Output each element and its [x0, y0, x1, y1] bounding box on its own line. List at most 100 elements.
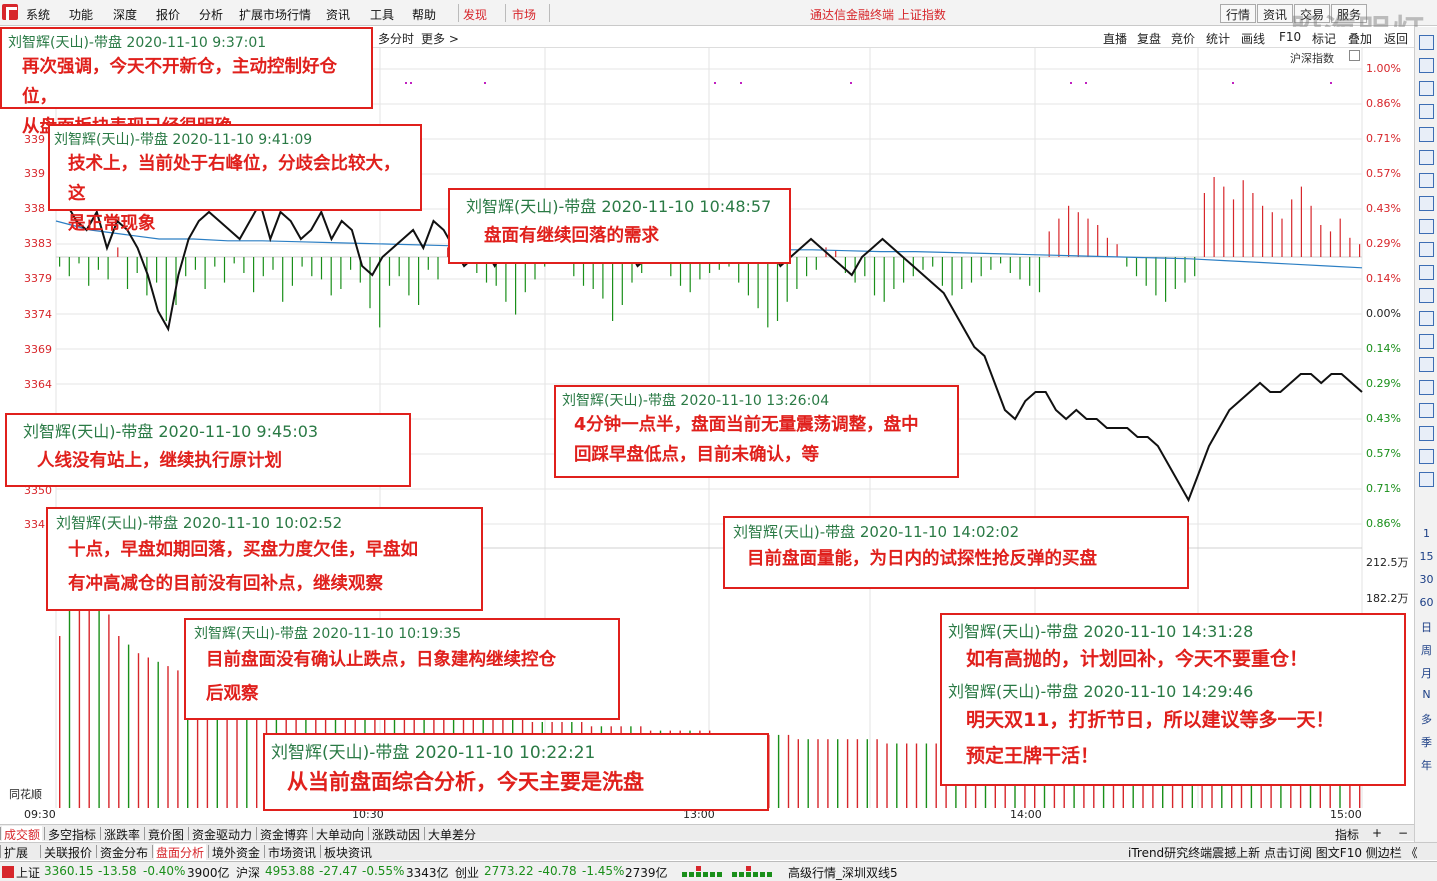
breadth-bar — [301, 257, 303, 267]
mark-button[interactable]: 标记 — [1312, 30, 1336, 47]
indicator-tab-1[interactable]: 多空指标 — [46, 826, 98, 843]
live-button[interactable]: 直播 — [1103, 30, 1127, 47]
indicator-tab-5[interactable]: 资金博弈 — [258, 826, 310, 843]
auction-button[interactable]: 竞价 — [1171, 30, 1195, 47]
indicator-tab-6[interactable]: 大单动向 — [314, 826, 366, 843]
breadth-bar — [233, 257, 235, 264]
sidebar-tool-icon[interactable] — [1419, 357, 1434, 372]
breadth-bar — [97, 257, 99, 270]
extension-tab-1[interactable]: 关联报价 — [42, 844, 94, 861]
sidebar-tool-icon[interactable] — [1419, 150, 1434, 165]
menu-tools[interactable]: 工具 — [370, 6, 394, 23]
sidebar-period-9[interactable]: 季 — [1417, 734, 1436, 750]
menu-help[interactable]: 帮助 — [412, 6, 436, 23]
annotation-header: 刘智辉(天山)-带盘 2020-11-10 9:41:09 — [54, 132, 313, 148]
breadth-bar — [1116, 244, 1118, 257]
sh-name[interactable]: 上证 — [16, 864, 40, 881]
sidebar-period-5[interactable]: 周 — [1417, 642, 1436, 658]
indicator-tab-0[interactable]: 成交额 — [2, 826, 43, 843]
menu-discover[interactable]: 发现 — [463, 6, 487, 23]
hs-value: 4953.88 — [265, 864, 315, 878]
indicator-tab-7[interactable]: 涨跌动因 — [370, 826, 422, 843]
annotation-text: 目前盘面量能，为日内的试探性抢反弹的买盘 — [747, 549, 1097, 569]
sidebar-tool-icon[interactable] — [1419, 104, 1434, 119]
promo-and-sidebar-link[interactable]: iTrend研究终端震撼上新 点击订阅 图文F10 侧边栏 《 — [1126, 844, 1420, 861]
event-marker — [410, 82, 412, 84]
news-button[interactable]: 资讯 — [1257, 4, 1294, 23]
sidebar-tool-icon[interactable] — [1419, 288, 1434, 303]
back-button[interactable]: 返回 — [1384, 30, 1408, 47]
indicator-tab-2[interactable]: 涨跌率 — [102, 826, 142, 843]
sidebar-tool-icon[interactable] — [1419, 449, 1434, 464]
extension-tab-5[interactable]: 市场资讯 — [266, 844, 318, 861]
volume-bar — [98, 593, 100, 808]
menu-system[interactable]: 系统 — [26, 6, 50, 23]
y-tick-right: 0.86% — [1366, 97, 1401, 110]
menu-market[interactable]: 市场 — [512, 6, 536, 23]
sidebar-period-6[interactable]: 月 — [1417, 665, 1436, 681]
breadth-bar — [1262, 205, 1264, 257]
extension-tab-0[interactable]: 扩展 — [2, 844, 30, 861]
quote-button[interactable]: 行情 — [1220, 4, 1257, 23]
sidebar-tool-icon[interactable] — [1419, 219, 1434, 234]
menu-news[interactable]: 资讯 — [326, 6, 350, 23]
f10-button[interactable]: F10 — [1279, 30, 1301, 44]
indicator-menu-button[interactable]: 指标 — [1333, 826, 1361, 843]
breadth-bar — [388, 257, 391, 286]
menu-depth[interactable]: 深度 — [113, 6, 137, 23]
breadth-bar — [1194, 257, 1196, 277]
sidebar-tool-icon[interactable] — [1419, 196, 1434, 211]
hs-name[interactable]: 沪深 — [236, 864, 260, 881]
breadth-bar — [1106, 237, 1108, 257]
sidebar-tool-icon[interactable] — [1419, 127, 1434, 142]
sidebar-tool-icon[interactable] — [1419, 380, 1434, 395]
overlay-button[interactable]: 叠加 — [1348, 30, 1372, 47]
indicator-tab-8[interactable]: 大单差分 — [426, 826, 478, 843]
sidebar-period-2[interactable]: 30 — [1417, 573, 1436, 586]
y-tick-right: 0.43% — [1366, 202, 1401, 215]
sidebar-period-7[interactable]: N — [1417, 688, 1436, 701]
stats-button[interactable]: 统计 — [1206, 30, 1230, 47]
indicator-tab-3[interactable]: 竟价图 — [146, 826, 186, 843]
sidebar-tool-icon[interactable] — [1419, 58, 1434, 73]
sidebar-tool-icon[interactable] — [1419, 426, 1434, 441]
sidebar-period-10[interactable]: 年 — [1417, 757, 1436, 773]
volume-bar — [846, 739, 849, 808]
cy-name[interactable]: 创业 — [455, 864, 479, 881]
sidebar-tool-icon[interactable] — [1419, 265, 1434, 280]
breadth-bar — [767, 257, 769, 328]
menu-extended-market[interactable]: 扩展市场行情 — [239, 6, 311, 23]
more-button[interactable]: 更多 > — [421, 30, 459, 47]
tab-separator — [424, 827, 425, 840]
sidebar-period-8[interactable]: 多 — [1417, 711, 1436, 727]
remove-pane-button[interactable]: − — [1396, 826, 1410, 840]
extension-tab-4[interactable]: 境外资金 — [210, 844, 262, 861]
menu-analysis[interactable]: 分析 — [199, 6, 223, 23]
sidebar-tool-icon[interactable] — [1419, 242, 1434, 257]
breadth-bar — [1203, 193, 1205, 257]
indicator-tab-4[interactable]: 资金驱动力 — [190, 826, 254, 843]
sidebar-tool-icon[interactable] — [1419, 472, 1434, 487]
sidebar-tool-icon[interactable] — [1419, 334, 1434, 349]
sidebar-period-0[interactable]: 1 — [1417, 527, 1436, 540]
menu-function[interactable]: 功能 — [69, 6, 93, 23]
feed-label[interactable]: 高级行情_深圳双线5 — [788, 864, 898, 881]
extension-tab-2[interactable]: 资金分布 — [98, 844, 150, 861]
y-tick-left: 3383 — [24, 237, 52, 250]
extension-tab-3[interactable]: 盘面分析 — [154, 844, 207, 861]
sidebar-tool-icon[interactable] — [1419, 35, 1434, 50]
menu-quote[interactable]: 报价 — [156, 6, 180, 23]
breadth-bar — [1300, 186, 1302, 257]
multi-timeshare-button[interactable]: 多分时 — [378, 30, 414, 47]
sidebar-period-3[interactable]: 60 — [1417, 596, 1436, 609]
replay-button[interactable]: 复盘 — [1137, 30, 1161, 47]
sidebar-period-1[interactable]: 15 — [1417, 550, 1436, 563]
sidebar-tool-icon[interactable] — [1419, 311, 1434, 326]
sidebar-tool-icon[interactable] — [1419, 173, 1434, 188]
draw-line-button[interactable]: 画线 — [1241, 30, 1265, 47]
sidebar-tool-icon[interactable] — [1419, 403, 1434, 418]
add-pane-button[interactable]: + — [1370, 826, 1384, 840]
sidebar-tool-icon[interactable] — [1419, 81, 1434, 96]
extension-tab-6[interactable]: 板块资讯 — [322, 844, 374, 861]
sidebar-period-4[interactable]: 日 — [1417, 619, 1436, 635]
